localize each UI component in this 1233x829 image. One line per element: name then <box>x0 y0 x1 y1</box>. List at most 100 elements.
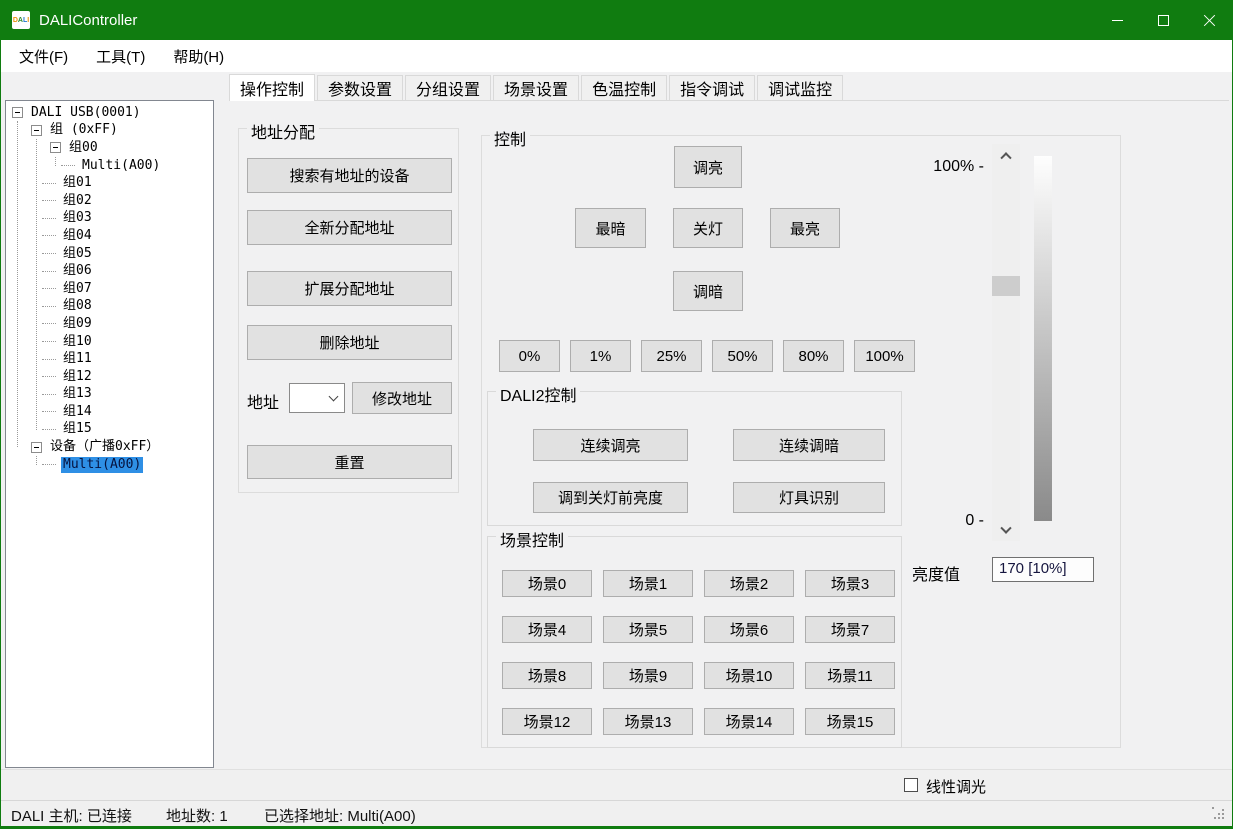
continuous-dim-down-button[interactable]: 连续调暗 <box>733 429 885 461</box>
reset-button[interactable]: 重置 <box>247 445 452 479</box>
dim-up-button[interactable]: 调亮 <box>674 146 742 188</box>
scroll-down-icon[interactable] <box>992 522 1020 539</box>
tree-connector <box>42 200 56 201</box>
tree-item[interactable]: 组09 <box>6 315 213 333</box>
tree-guide-line <box>36 456 37 465</box>
lamp-identify-button[interactable]: 灯具识别 <box>733 482 885 513</box>
status-bar: DALI 主机: 已连接 地址数: 1 已选择地址: Multi(A00) <box>1 800 1232 826</box>
scene-button[interactable]: 场景9 <box>603 662 693 689</box>
tree-connector <box>42 376 56 377</box>
address-label: 地址 <box>247 389 279 413</box>
scene-button[interactable]: 场景12 <box>502 708 592 735</box>
lamp-off-button[interactable]: 关灯 <box>673 208 743 248</box>
tab[interactable]: 分组设置 <box>405 75 491 100</box>
tree-item[interactable]: 组06 <box>6 262 213 280</box>
resize-grip[interactable] <box>1212 807 1226 821</box>
tree-collapse-icon[interactable] <box>12 107 23 118</box>
status-selected-address: 已选择地址: Multi(A00) <box>264 805 416 826</box>
tree-item[interactable]: 组00 <box>6 139 213 157</box>
tree-connector <box>42 271 56 272</box>
tree-item[interactable]: 组03 <box>6 210 213 228</box>
linear-dimming-checkbox[interactable] <box>904 778 918 792</box>
maximize-button[interactable] <box>1140 0 1186 40</box>
scrollbar-thumb[interactable] <box>992 276 1020 296</box>
linear-dimming-label: 线性调光 <box>926 776 986 797</box>
tab[interactable]: 操作控制 <box>229 74 315 101</box>
tab-strip: 操作控制参数设置分组设置场景设置色温控制指令调试调试监控 <box>229 73 1229 101</box>
scene-button[interactable]: 场景4 <box>502 616 592 643</box>
tab[interactable]: 调试监控 <box>757 75 843 100</box>
tree-item[interactable]: DALI USB(0001) <box>6 104 213 122</box>
percent-button[interactable]: 100% <box>854 340 915 372</box>
scene-button[interactable]: 场景8 <box>502 662 592 689</box>
scene-button[interactable]: 场景3 <box>805 570 895 597</box>
search-addressed-devices-button[interactable]: 搜索有地址的设备 <box>247 158 452 193</box>
scene-button[interactable]: 场景2 <box>704 570 794 597</box>
tab[interactable]: 指令调试 <box>669 75 755 100</box>
tree-item[interactable]: 组 (0xFF) <box>6 122 213 140</box>
tree-collapse-icon[interactable] <box>31 125 42 136</box>
tree-item[interactable]: 组15 <box>6 421 213 439</box>
address-allocation-group: 地址分配 搜索有地址的设备 全新分配地址 扩展分配地址 删除地址 地址 修改地址… <box>238 128 459 493</box>
brightness-scrollbar[interactable] <box>992 144 1020 541</box>
tree-item[interactable]: Multi(A00) <box>6 157 213 175</box>
tab[interactable]: 场景设置 <box>493 75 579 100</box>
tree-item[interactable]: 设备（广播0xFF） <box>6 438 213 456</box>
tree-item[interactable]: 组12 <box>6 368 213 386</box>
scene-button[interactable]: 场景7 <box>805 616 895 643</box>
tab[interactable]: 参数设置 <box>317 75 403 100</box>
tree-item[interactable]: 组10 <box>6 333 213 351</box>
tree-item[interactable]: 组01 <box>6 174 213 192</box>
dali2-control-group: DALI2控制 连续调亮 连续调暗 调到关灯前亮度 灯具识别 <box>487 391 902 526</box>
status-host: DALI 主机: 已连接 <box>11 805 132 826</box>
tree-item[interactable]: 组07 <box>6 280 213 298</box>
tree-collapse-icon[interactable] <box>50 142 61 153</box>
scene-button[interactable]: 场景15 <box>805 708 895 735</box>
percent-button[interactable]: 1% <box>570 340 631 372</box>
address-combo[interactable] <box>289 383 345 413</box>
menu-item[interactable]: 帮助(H) <box>159 41 238 72</box>
scene-button[interactable]: 场景0 <box>502 570 592 597</box>
close-button[interactable] <box>1186 0 1232 40</box>
tree-item[interactable]: 组11 <box>6 350 213 368</box>
tab[interactable]: 色温控制 <box>581 75 667 100</box>
tree-item[interactable]: 组13 <box>6 386 213 404</box>
scroll-up-icon[interactable] <box>992 146 1020 163</box>
recall-last-level-button[interactable]: 调到关灯前亮度 <box>533 482 688 513</box>
tree-connector <box>42 218 56 219</box>
extend-assign-address-button[interactable]: 扩展分配地址 <box>247 271 452 306</box>
scene-button[interactable]: 场景6 <box>704 616 794 643</box>
menu-bar: 文件(F)工具(T)帮助(H) <box>1 40 1232 72</box>
minimize-button[interactable] <box>1094 0 1140 40</box>
tree-connector <box>42 464 56 465</box>
scene-button[interactable]: 场景14 <box>704 708 794 735</box>
tree-collapse-icon[interactable] <box>31 442 42 453</box>
tree-item[interactable]: 组05 <box>6 245 213 263</box>
menu-item[interactable]: 工具(T) <box>82 41 159 72</box>
scene-button[interactable]: 场景5 <box>603 616 693 643</box>
dim-down-button[interactable]: 调暗 <box>673 271 743 311</box>
tree-connector <box>42 288 56 289</box>
menu-item[interactable]: 文件(F) <box>5 41 82 72</box>
darkest-button[interactable]: 最暗 <box>575 208 646 248</box>
tree-item[interactable]: Multi(A00) <box>6 456 213 474</box>
scene-button[interactable]: 场景13 <box>603 708 693 735</box>
percent-button[interactable]: 0% <box>499 340 560 372</box>
continuous-dim-up-button[interactable]: 连续调亮 <box>533 429 688 461</box>
brightest-button[interactable]: 最亮 <box>770 208 840 248</box>
tree-item[interactable]: 组02 <box>6 192 213 210</box>
percent-button[interactable]: 50% <box>712 340 773 372</box>
brightness-value-field[interactable]: 170 [10%] <box>992 557 1094 582</box>
delete-address-button[interactable]: 删除地址 <box>247 325 452 360</box>
scene-button[interactable]: 场景1 <box>603 570 693 597</box>
tree-connector <box>42 411 56 412</box>
percent-button[interactable]: 80% <box>783 340 844 372</box>
modify-address-button[interactable]: 修改地址 <box>352 382 452 414</box>
tree-item[interactable]: 组08 <box>6 298 213 316</box>
tree-item[interactable]: 组04 <box>6 227 213 245</box>
scene-button[interactable]: 场景10 <box>704 662 794 689</box>
assign-new-address-button[interactable]: 全新分配地址 <box>247 210 452 245</box>
percent-button[interactable]: 25% <box>641 340 702 372</box>
tree-item[interactable]: 组14 <box>6 403 213 421</box>
scene-button[interactable]: 场景11 <box>805 662 895 689</box>
